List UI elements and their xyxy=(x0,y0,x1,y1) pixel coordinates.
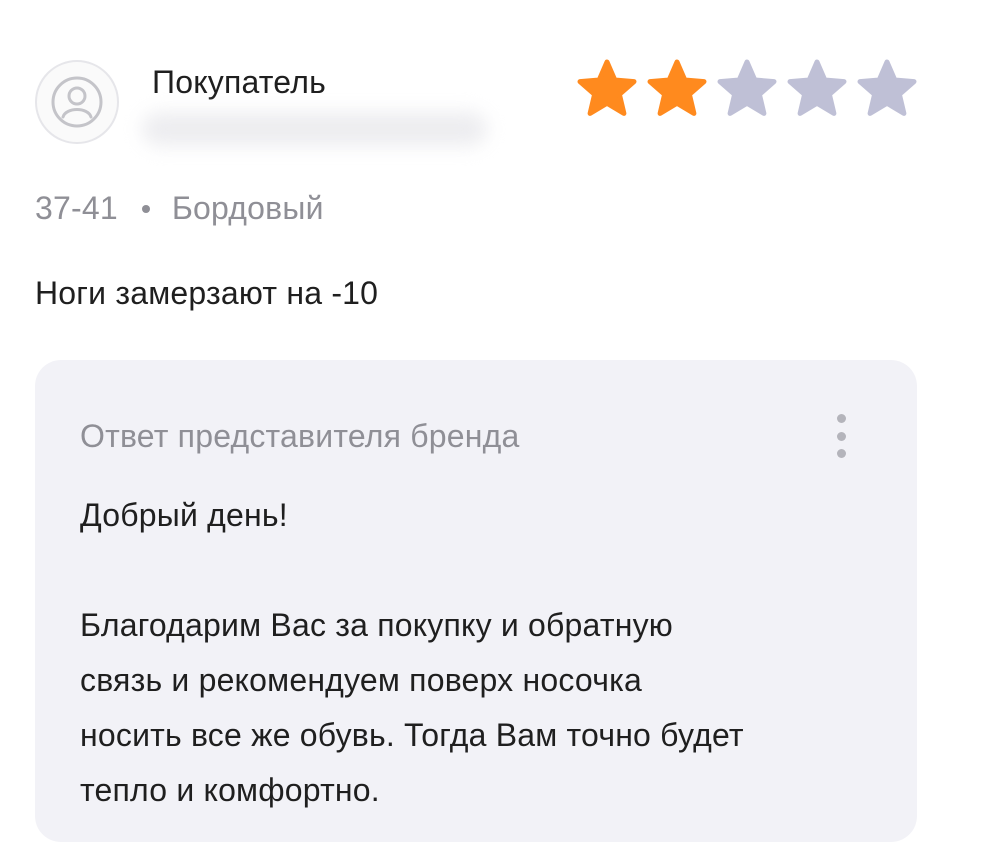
reply-greeting: Добрый день! xyxy=(80,497,288,533)
size-label: 37-41 xyxy=(35,190,118,226)
star-empty-icon xyxy=(717,59,777,116)
review-text: Ноги замерзают на -10 xyxy=(35,275,379,311)
color-label: Бордовый xyxy=(171,190,324,226)
variant-info: 37-41 Бордовый xyxy=(35,190,324,227)
avatar[interactable] xyxy=(35,60,119,144)
star-empty-icon xyxy=(787,59,847,116)
reply-line: носить все же обувь. Тогда Вам точно буд… xyxy=(80,717,744,753)
reviewer-name: Покупатель xyxy=(152,64,326,100)
star-filled-icon xyxy=(647,59,707,116)
more-vertical-icon[interactable] xyxy=(831,408,851,464)
reply-body: Добрый день! Благодарим Вас за покупку и… xyxy=(80,488,880,818)
user-avatar-icon xyxy=(51,76,103,128)
reply-line: Благодарим Вас за покупку и обратную xyxy=(80,607,673,643)
star-empty-icon xyxy=(857,59,917,116)
reply-line: тепло и комфортно. xyxy=(80,772,380,808)
rating-stars xyxy=(572,54,922,124)
reply-title: Ответ представителя бренда xyxy=(80,418,520,454)
blurred-reviewer-info xyxy=(142,112,487,146)
separator-dot xyxy=(141,204,150,213)
star-filled-icon xyxy=(577,59,637,116)
brand-reply-card: Ответ представителя бренда Добрый день! … xyxy=(35,360,917,842)
reply-line: связь и рекомендуем поверх носочка xyxy=(80,662,642,698)
